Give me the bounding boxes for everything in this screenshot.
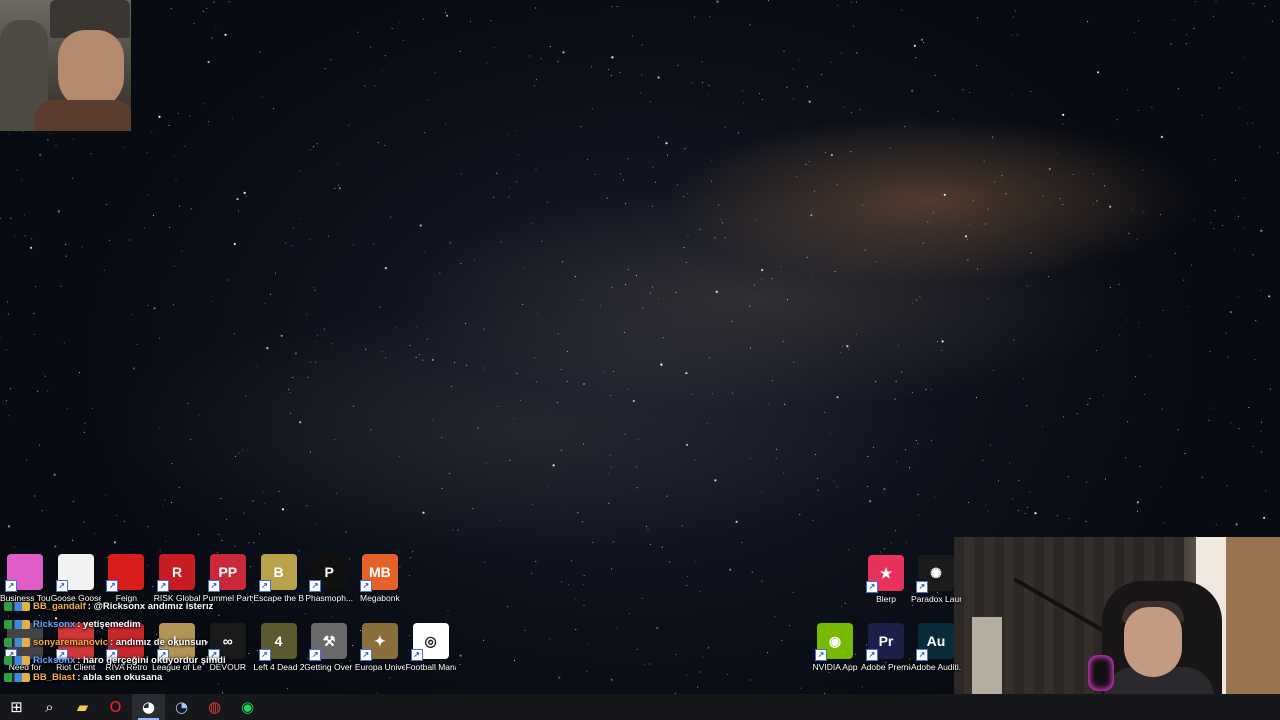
backrooms-icon: B ↗ (258, 554, 297, 592)
obs-button[interactable]: ◍ (198, 694, 231, 720)
desktop-shortcut[interactable]: Pr↗Adobe Premiere P... (861, 623, 911, 672)
start-button[interactable]: ⊞ (0, 694, 33, 720)
icon-glyph: Pr (878, 633, 894, 649)
chat-username: Ricksonx (33, 655, 76, 666)
shortcut-label: NVIDIA App (812, 662, 858, 672)
icon-glyph: ★ (879, 564, 893, 581)
desktop-shortcut[interactable]: ↗ Goose Goose (51, 554, 101, 603)
desktop-shortcut[interactable]: P ↗ Phasmoph... (304, 554, 354, 603)
shortcut-arrow-icon: ↗ (916, 581, 928, 593)
shortcut-label: Blerp (876, 594, 896, 604)
pummel-party-icon: PP ↗ (207, 554, 246, 592)
chrome-icon: ◕ (141, 698, 156, 716)
nvidia-icon: ◉ ↗ (815, 623, 853, 661)
phasmophobia-icon: P ↗ (309, 554, 348, 592)
shortcut-arrow-icon: ↗ (157, 580, 170, 592)
chat-username: BB_Blast (33, 672, 76, 683)
icon-glyph: PP (218, 564, 238, 580)
icon-glyph: ◎ (424, 632, 437, 649)
chat-username: BB_gandalf (33, 601, 86, 612)
opera-button[interactable]: O (99, 694, 132, 720)
icon-glyph: P (324, 564, 334, 580)
desktop-shortcut[interactable]: ↗ Feign (101, 554, 151, 603)
chat-text: : abla sen okusana (77, 672, 163, 683)
chat-badges-icon (4, 637, 30, 647)
shortcut-arrow-icon: ↗ (258, 580, 271, 592)
desktop-shortcut[interactable]: B↗Escape the Backrooms (254, 554, 304, 603)
search-icon: ⌕ (45, 698, 54, 716)
blerp-icon: ★ ↗ (866, 555, 904, 593)
paradox-icon: ✺ ↗ (916, 555, 954, 593)
icon-glyph: R (172, 564, 183, 580)
premiere-icon: Pr ↗ (866, 623, 904, 661)
shortcut-arrow-icon: ↗ (309, 580, 322, 592)
spotify-button[interactable]: ◉ (231, 694, 264, 720)
icon-glyph: Au (926, 633, 946, 649)
shortcut-arrow-icon: ↗ (55, 580, 68, 592)
opera-icon: O (109, 698, 122, 716)
chat-username: sonyaremanovic (33, 637, 108, 648)
chat-badges-icon (4, 601, 30, 611)
icon-glyph: ✺ (930, 564, 942, 581)
chat-message: BB_Blast: abla sen okusana (4, 672, 424, 683)
chat-message: Ricksonx: haro gerçeğini okuyordur şimdi (4, 655, 424, 666)
audition-icon: Au ↗ (916, 623, 954, 661)
business-tour-icon: ↗ (5, 554, 43, 592)
desktop-shortcut[interactable]: PP ↗ Pummel Party (203, 554, 253, 603)
chat-text: : @Ricksonx andımız isterız (87, 601, 214, 612)
chat-badges-icon (4, 672, 30, 682)
desktop-shortcut[interactable]: MB ↗ Megabonk (355, 554, 405, 603)
obs-icon: ◍ (207, 698, 222, 716)
shortcut-arrow-icon: ↗ (207, 580, 220, 592)
webcam-overlay (954, 537, 1280, 694)
feign-icon: ↗ (106, 554, 145, 592)
windows-icon: ⊞ (10, 698, 23, 716)
shortcut-arrow-icon: ↗ (916, 649, 928, 661)
shortcut-arrow-icon: ↗ (5, 580, 17, 592)
shortcut-arrow-icon: ↗ (815, 649, 827, 661)
chrome-button[interactable]: ◕ (132, 694, 165, 720)
icon-glyph: ◉ (828, 632, 842, 649)
desktop-shortcut[interactable]: Au ↗ Adobe Auditi... (911, 623, 961, 672)
risk-icon: R ↗ (157, 554, 196, 592)
chat-message: sonyaremanovic: andımız de okunsun (4, 637, 424, 648)
chat-message: BB_gandalf: @Ricksonx andımız isterız (4, 601, 424, 612)
shortcut-label: Adobe Auditi... (911, 662, 961, 672)
spotify-icon: ◉ (240, 698, 255, 716)
desktop-shortcut[interactable]: ★ ↗ Blerp (861, 555, 911, 604)
shortcut-arrow-icon: ↗ (866, 649, 878, 661)
desktop-shortcut[interactable]: ◉ ↗ NVIDIA App (810, 623, 860, 672)
chat-badges-icon (4, 619, 30, 629)
shortcut-label: Paradox Launcher v2 (911, 594, 961, 604)
chat-text: : haro gerçeğini okuyordur şimdi (77, 655, 226, 666)
file-explorer-button[interactable]: ▰ (66, 694, 99, 720)
shortcut-arrow-icon: ↗ (359, 580, 372, 592)
goose-icon: ↗ (55, 554, 94, 592)
top-left-overlay-image (0, 0, 131, 131)
folder-icon: ▰ (76, 698, 89, 716)
desktop-shortcut[interactable]: R ↗ RISK Global (152, 554, 202, 603)
chat-text: : andımız de okunsun (109, 637, 208, 648)
chat-username: Ricksonx (33, 619, 76, 630)
icon-glyph: B (273, 564, 284, 580)
chat-badges-icon (4, 655, 30, 665)
desktop-wallpaper: ↗ Business Tour ↗ Goose Goose ↗ Feign R ↗ RISK G… (0, 0, 1280, 694)
shortcut-label: Adobe Premiere P... (861, 662, 911, 672)
chat-text: : yetişemedim (77, 619, 141, 630)
taskbar: ⊞ ⌕ ▰ O ◕ ◔ ◍ ◉ (0, 694, 1280, 720)
desktop-shortcut[interactable]: ✺↗Paradox Launcher v2 (911, 555, 961, 604)
megabonk-icon: MB ↗ (359, 554, 398, 592)
icon-glyph: MB (369, 564, 391, 580)
search-button[interactable]: ⌕ (33, 694, 66, 720)
shortcut-arrow-icon: ↗ (106, 580, 119, 592)
desktop-shortcut[interactable]: ↗ Business Tour (0, 554, 50, 603)
steam-button[interactable]: ◔ (165, 694, 198, 720)
shortcut-arrow-icon: ↗ (866, 581, 878, 593)
chat-message: Ricksonx: yetişemedim (4, 619, 424, 630)
steam-icon: ◔ (174, 698, 189, 716)
